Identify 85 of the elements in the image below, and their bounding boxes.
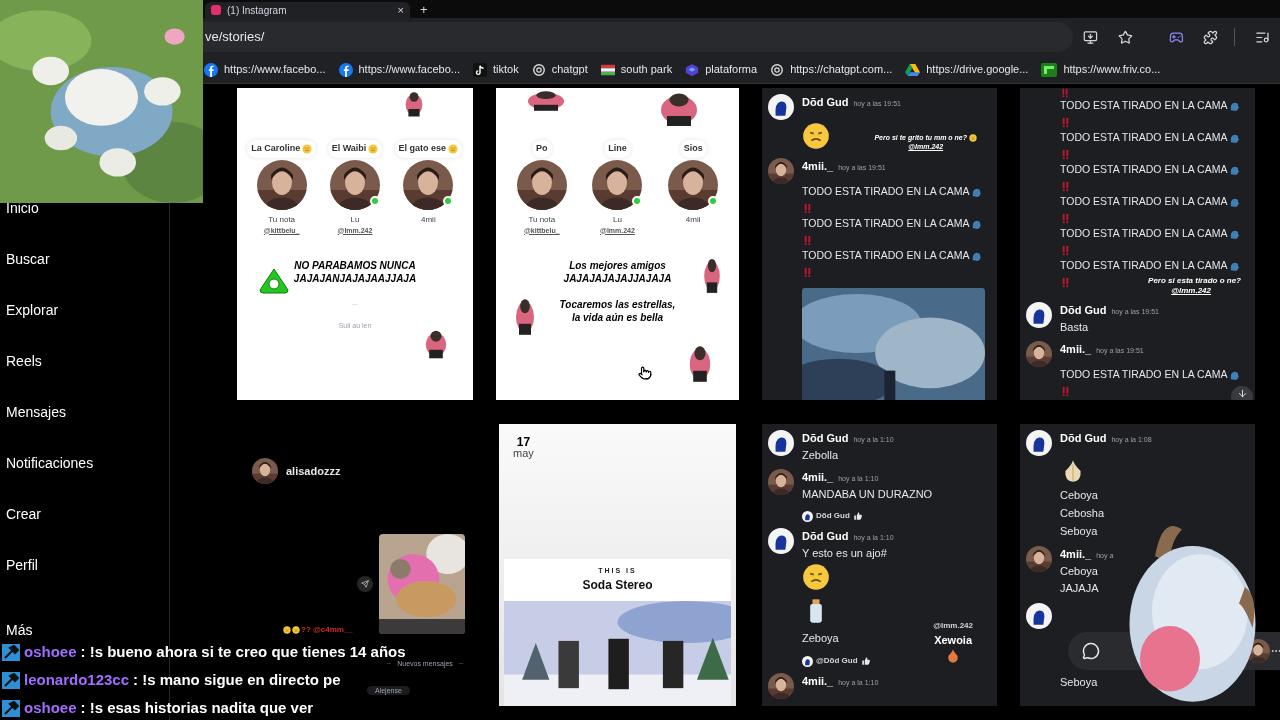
sidebar-link[interactable]: Explorar (6, 302, 59, 319)
new-tab-button[interactable]: + (420, 3, 428, 16)
bookmark-link[interactable]: plataforma (685, 61, 758, 78)
caption-text: ?? @c4mm__ (301, 626, 353, 634)
sidebar-link[interactable]: Crear (6, 506, 41, 523)
author-name: Dõd Gud (1060, 431, 1107, 446)
chat-username: oshoee (24, 641, 77, 662)
mention-link[interactable]: @lmm.242 (933, 619, 973, 632)
sidebar-link[interactable]: Más (6, 622, 33, 639)
sticker-text: Xewoia (934, 632, 973, 648)
author-name: Dõd Gud (802, 431, 849, 446)
bookmark-link[interactable]: https://www.friv.co... (1041, 61, 1161, 78)
note-name: Tu nota (268, 213, 296, 226)
author-name: 4mii._ (802, 674, 834, 689)
banner-title: Soda Stereo (582, 577, 653, 594)
bookmark-link[interactable]: https://www.facebo... (204, 61, 326, 78)
message-text: TODO ESTA TIRADO EN LA CAMA (1060, 258, 1228, 274)
bookmark-link[interactable]: https://drive.google... (905, 61, 1029, 78)
sidebar-link[interactable]: Perfil (6, 557, 38, 574)
sidebar-link[interactable]: Buscar (6, 251, 50, 268)
note-text: Sios (683, 142, 703, 155)
reply-author: @Dõd Gud (816, 655, 858, 667)
author-name: Dõd Gud (802, 95, 849, 110)
chat-username: leonardo123cc (24, 669, 130, 690)
message-text: TODO ESTA TIRADO EN LA CAMA (1060, 162, 1228, 178)
author-name: Dõd Gud (802, 529, 849, 544)
story-day: 17 (516, 436, 531, 448)
message-text: TODO ESTA TIRADO EN LA CAMA (1060, 194, 1228, 210)
author-name: Dõd Gud (1060, 303, 1107, 318)
bookmark-link[interactable]: https://www.facebo... (338, 61, 460, 78)
message-text: Seboya (1060, 523, 1098, 539)
sidebar-link[interactable]: Inicio (6, 200, 39, 217)
message-text: Seboya (1060, 674, 1098, 690)
reply-author: Dõd Gud (816, 510, 850, 522)
story-text: Los mejores amigos JAJAJAJAJAJJAJAJA (563, 260, 672, 285)
sidebar-link[interactable]: Reels (6, 353, 42, 370)
note-text: Line (608, 142, 627, 155)
message-text: Cebosha (1060, 505, 1105, 521)
author-name: 4mii._ (802, 159, 834, 174)
story-text: NO PARABAMOS NUNCA JAJAJANJAJAJAAJJAJA (293, 260, 417, 285)
story-month: may (513, 448, 534, 459)
address-field[interactable]: ve/stories/ (203, 22, 1073, 52)
author-name: 4mii._ (802, 470, 834, 485)
caption-text: Pero si esta tirado o ne? (1148, 276, 1241, 286)
sidebar-link[interactable]: Notificaciones (6, 455, 94, 472)
note-name: Lu (613, 213, 622, 226)
message-text: TODO ESTA TIRADO EN LA CAMA (802, 184, 970, 200)
message-text: Ceboya (1060, 487, 1098, 503)
message-text: Zebolla (802, 447, 840, 463)
message-text: JAJAJA (1060, 580, 1099, 596)
message-text: TODO ESTA TIRADO EN LA CAMA (1060, 98, 1228, 114)
message-text: TODO ESTA TIRADO EN LA CAMA (1060, 367, 1228, 383)
chat-message: : !s mano sigue en directo pe (133, 669, 341, 690)
message-text: Basta (1060, 319, 1090, 335)
message-text: TODO ESTA TIRADO EN LA CAMA (802, 216, 970, 232)
bookmark-link[interactable]: chatgpt (531, 61, 588, 78)
bookmark-link[interactable]: south park (600, 61, 673, 78)
message-text: Ceboya (1060, 563, 1099, 579)
note-text: Po (536, 142, 548, 155)
mention-link[interactable]: @lmm.242 (1171, 286, 1211, 296)
bookmark-link[interactable]: https://chatgpt.com... (770, 61, 893, 78)
message-text: TODO ESTA TIRADO EN LA CAMA (1060, 130, 1228, 146)
note-text: El Waibi (331, 142, 367, 155)
chat-username: oshoee (24, 697, 77, 718)
message-text: Y esto es un ajo# (802, 545, 888, 561)
chat-message: : !s esas historias nadita que ver (80, 697, 314, 718)
story-text: Tocaremos las estrellas, la vida aún es bella (559, 299, 676, 324)
note-text: La Caroline (251, 142, 301, 155)
username: alisadozzz (286, 463, 341, 479)
tab-title: (1) Instagram (227, 3, 288, 18)
note-name: Tu nota (528, 213, 556, 226)
message-text: TODO ESTA TIRADO EN LA CAMA (1060, 226, 1228, 242)
message-text: MANDABA UN DURAZNO (802, 486, 933, 502)
note-name: 4mii (421, 213, 436, 226)
note-name: 4mii (685, 213, 701, 226)
note-text: El gato ese (398, 142, 447, 155)
author-name: 4mii._ (1060, 342, 1092, 357)
browser-tab[interactable]: (1) Instagram × (205, 2, 410, 18)
message-text: TODO ESTA TIRADO EN LA CAMA (802, 248, 970, 264)
bookmark-link[interactable]: tiktok (473, 61, 519, 78)
message-text: Zeboya (802, 630, 839, 646)
note-name: Lu (350, 213, 360, 226)
close-tab-button[interactable]: × (397, 4, 404, 16)
sidebar-link[interactable]: Mensajes (6, 404, 66, 421)
author-name: 4mii._ (1060, 547, 1092, 562)
